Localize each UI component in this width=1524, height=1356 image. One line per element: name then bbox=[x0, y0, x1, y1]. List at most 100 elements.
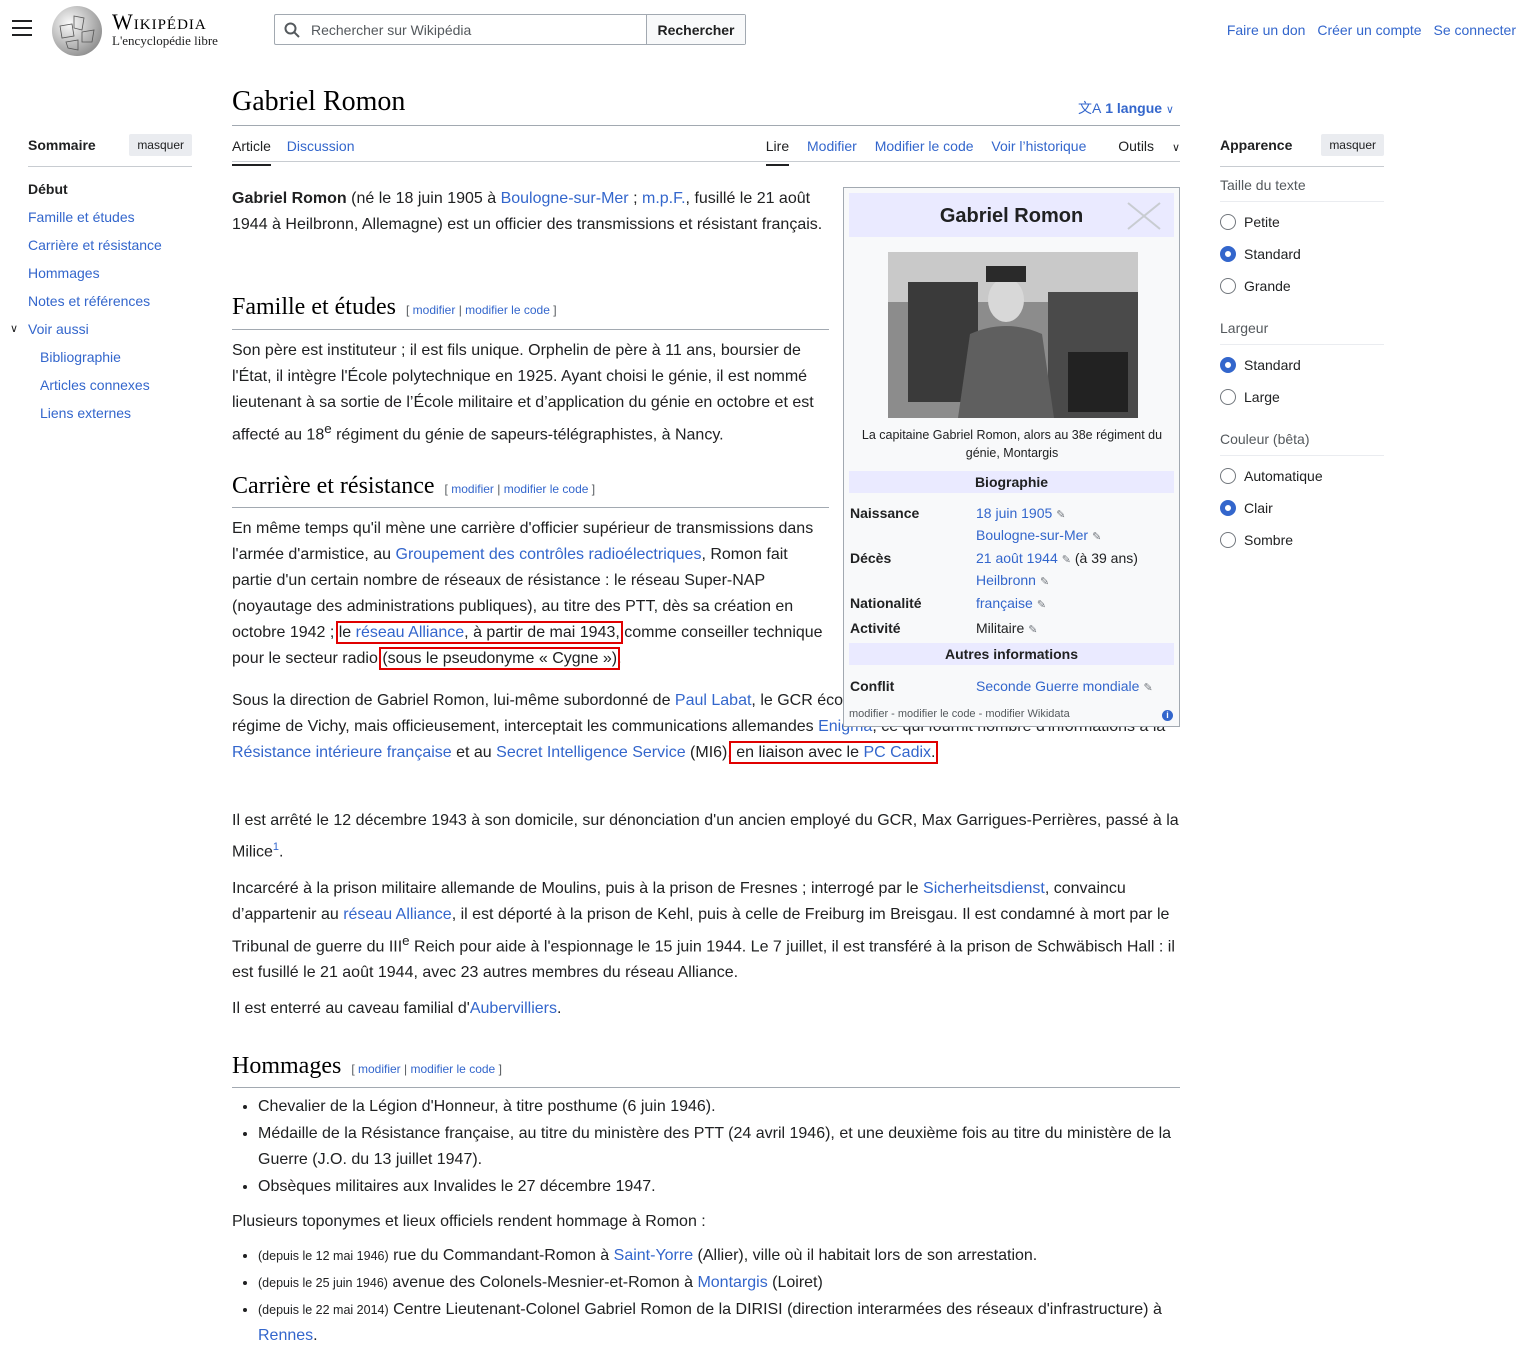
label: Nationalité bbox=[850, 595, 922, 611]
chevron-down-icon[interactable]: ∨ bbox=[10, 315, 18, 343]
tab-discussion[interactable]: Discussion bbox=[287, 138, 355, 154]
search-button[interactable]: Rechercher bbox=[646, 15, 745, 44]
link-saint-yorre[interactable]: Saint-Yorre bbox=[614, 1247, 693, 1264]
link-death-date[interactable]: 21 août 1944 bbox=[976, 550, 1058, 566]
radio-text-small[interactable]: Petite bbox=[1220, 206, 1384, 238]
link-nationality[interactable]: française bbox=[976, 595, 1033, 611]
link-birth-date[interactable]: 18 juin 1905 bbox=[976, 505, 1052, 521]
section-heading-hommages: Hommages [ modifier | modifier le code ] bbox=[232, 1053, 502, 1080]
pencil-icon[interactable]: ✎ bbox=[1092, 531, 1101, 543]
link-birth-place[interactable]: Boulogne-sur-Mer bbox=[976, 527, 1088, 543]
radio-color-dark[interactable]: Sombre bbox=[1220, 524, 1384, 556]
toc-subitem-articles[interactable]: Articles connexes bbox=[40, 377, 150, 393]
toc-subitem-liens[interactable]: Liens externes bbox=[40, 405, 131, 421]
tab-history[interactable]: Voir l’historique bbox=[991, 138, 1086, 154]
radio-color-light[interactable]: Clair bbox=[1220, 492, 1384, 524]
edit-source-link[interactable]: modifier le code bbox=[504, 482, 589, 496]
wikipedia-globe-logo[interactable] bbox=[52, 6, 102, 56]
edit-link[interactable]: modifier bbox=[358, 1062, 401, 1076]
link-reseau-alliance[interactable]: réseau Alliance bbox=[356, 624, 465, 641]
link-montargis[interactable]: Montargis bbox=[697, 1274, 767, 1291]
toc-item-hommages[interactable]: Hommages bbox=[28, 265, 100, 281]
wordmark[interactable]: Wikipédia bbox=[112, 9, 207, 35]
pencil-icon[interactable]: ✎ bbox=[1028, 624, 1037, 636]
heading-divider bbox=[232, 1087, 1180, 1088]
edit-link[interactable]: modifier bbox=[451, 482, 494, 496]
edit-source-link[interactable]: modifier le code bbox=[465, 303, 550, 317]
text: en liaison avec le bbox=[731, 744, 864, 761]
link-rennes[interactable]: Rennes bbox=[258, 1327, 313, 1344]
radio-color-auto[interactable]: Automatique bbox=[1220, 460, 1384, 492]
superscript: e bbox=[402, 933, 410, 948]
link-paul-labat[interactable]: Paul Labat bbox=[675, 692, 752, 709]
link-mpf[interactable]: m.p.F. bbox=[642, 190, 686, 207]
link-pc-cadix[interactable]: PC Cadix bbox=[863, 744, 931, 761]
text-size-label: Taille du texte bbox=[1220, 167, 1384, 202]
radio-text-large[interactable]: Grande bbox=[1220, 270, 1384, 302]
bracket: ] bbox=[553, 303, 557, 317]
link-reseau-alliance-2[interactable]: réseau Alliance bbox=[343, 906, 452, 923]
toc-hide-button[interactable]: masquer bbox=[129, 134, 192, 156]
toc-item-famille[interactable]: Famille et études bbox=[28, 209, 135, 225]
link-conflict[interactable]: Seconde Guerre mondiale bbox=[976, 678, 1139, 694]
appearance-hide-button[interactable]: masquer bbox=[1321, 134, 1384, 156]
toc-item-debut[interactable]: Début bbox=[28, 175, 192, 203]
radio-circle bbox=[1220, 532, 1236, 548]
value: 21 août 1944 ✎ (à 39 ans) Heilbronn ✎ bbox=[976, 548, 1176, 592]
info-icon[interactable]: i bbox=[1162, 710, 1173, 721]
link-death-place[interactable]: Heilbronn bbox=[976, 572, 1036, 588]
pencil-icon[interactable]: ✎ bbox=[1056, 509, 1065, 521]
pencil-icon[interactable]: ✎ bbox=[1037, 599, 1046, 611]
infobox-edit-links[interactable]: modifier - modifier le code - modifier W… bbox=[849, 708, 1070, 720]
section-heading-famille: Famille et études [ modifier | modifier l… bbox=[232, 294, 557, 321]
bracket: [ bbox=[405, 303, 410, 317]
main-menu-button[interactable] bbox=[12, 20, 32, 36]
search-input[interactable] bbox=[309, 15, 646, 44]
login-link[interactable]: Se connecter bbox=[1434, 22, 1517, 38]
link-aubervilliers[interactable]: Aubervilliers bbox=[470, 1000, 557, 1017]
radio-text-standard[interactable]: Standard bbox=[1220, 238, 1384, 270]
honors-list: Chevalier de la Légion d'Honneur, à titr… bbox=[232, 1094, 1178, 1201]
value: 18 juin 1905 ✎ Boulogne-sur-Mer ✎ bbox=[976, 503, 1176, 547]
pencil-icon[interactable]: ✎ bbox=[1143, 682, 1152, 694]
list-item: (depuis le 12 mai 1946) rue du Commandan… bbox=[258, 1243, 1178, 1269]
tab-edit[interactable]: Modifier bbox=[807, 138, 857, 154]
text: (MI6), bbox=[685, 744, 732, 761]
label: Grande bbox=[1244, 278, 1291, 294]
toc-subitem-bibliographie[interactable]: Bibliographie bbox=[40, 349, 121, 365]
toc-item-voir-aussi[interactable]: Voir aussi bbox=[28, 321, 89, 337]
radio-circle bbox=[1220, 468, 1236, 484]
pencil-icon[interactable]: ✎ bbox=[1062, 554, 1071, 566]
create-account-link[interactable]: Créer un compte bbox=[1317, 22, 1421, 38]
toc-item-notes[interactable]: Notes et références bbox=[28, 293, 150, 309]
subject-name: Gabriel Romon bbox=[232, 190, 347, 207]
text: . bbox=[931, 744, 936, 761]
heading-text: Hommages bbox=[232, 1053, 342, 1079]
table-of-contents: Sommaire masquer Début Famille et études… bbox=[10, 134, 192, 427]
portrait-photo[interactable] bbox=[888, 252, 1138, 418]
link-boulogne[interactable]: Boulogne-sur-Mer bbox=[501, 190, 629, 207]
donate-link[interactable]: Faire un don bbox=[1227, 22, 1306, 38]
bracket: [ bbox=[351, 1062, 355, 1076]
text: Il est enterré au caveau familial d' bbox=[232, 1000, 470, 1017]
tab-tools[interactable]: Outils ∨ bbox=[1104, 138, 1180, 154]
tab-edit-source[interactable]: Modifier le code bbox=[875, 138, 974, 154]
link-sis[interactable]: Secret Intelligence Service bbox=[496, 744, 685, 761]
radio-width-large[interactable]: Large bbox=[1220, 381, 1384, 413]
radio-width-standard[interactable]: Standard bbox=[1220, 349, 1384, 381]
pencil-icon[interactable]: ✎ bbox=[1040, 576, 1049, 588]
edit-link[interactable]: modifier bbox=[413, 303, 456, 317]
link-sicherheitsdienst[interactable]: Sicherheitsdienst bbox=[923, 880, 1045, 897]
page-title: Gabriel Romon bbox=[232, 86, 406, 117]
toc-item-carriere[interactable]: Carrière et résistance bbox=[28, 237, 162, 253]
appearance-panel: Apparence masquer Taille du texte Petite… bbox=[1220, 134, 1384, 564]
color-label: Couleur (bêta) bbox=[1220, 421, 1384, 456]
link-gcr[interactable]: Groupement des contrôles radioélectrique… bbox=[396, 546, 702, 563]
section-heading-carriere: Carrière et résistance [ modifier | modif… bbox=[232, 473, 595, 500]
places-list: (depuis le 12 mai 1946) rue du Commandan… bbox=[232, 1243, 1178, 1350]
highlight-box: (sous le pseudonyme « Cygne ») bbox=[379, 647, 621, 670]
label: Standard bbox=[1244, 357, 1301, 373]
language-button[interactable]: 文A 1 langue ∨ bbox=[1078, 98, 1174, 118]
link-resistance-interieure[interactable]: Résistance intérieure française bbox=[232, 744, 452, 761]
edit-source-link[interactable]: modifier le code bbox=[411, 1062, 496, 1076]
